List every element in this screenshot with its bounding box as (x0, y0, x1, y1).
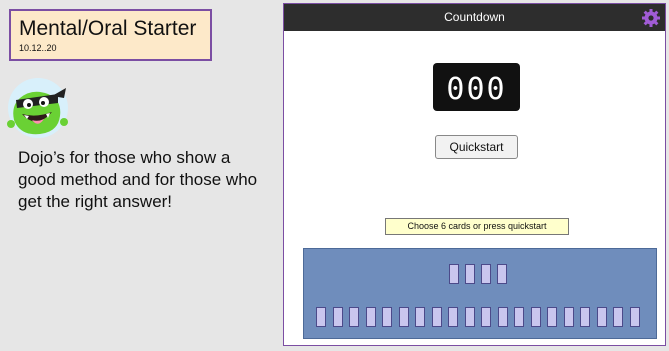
deck-card[interactable] (365, 307, 376, 327)
selected-card-slot[interactable] (497, 264, 507, 284)
deck-card[interactable] (382, 307, 392, 327)
choose-cards-prompt: Choose 6 cards or press quickstart (385, 218, 569, 235)
selected-card-slot[interactable] (449, 264, 459, 284)
deck-card[interactable] (497, 307, 508, 327)
quickstart-button[interactable]: Quickstart (435, 135, 518, 159)
countdown-header: Countdown (284, 4, 665, 31)
deck-card[interactable] (596, 307, 607, 327)
gear-icon[interactable] (641, 8, 661, 28)
countdown-digits: 000 (446, 72, 506, 107)
deck-card[interactable] (398, 307, 409, 327)
deck-card[interactable] (415, 307, 425, 327)
dojo-message: Dojo’s for those who show a good method … (18, 148, 258, 211)
countdown-title: Countdown (444, 10, 505, 24)
deck-card[interactable] (530, 307, 541, 327)
deck-card[interactable] (349, 307, 359, 327)
deck-card[interactable] (613, 307, 623, 327)
selected-card-slot[interactable] (465, 264, 475, 284)
deck-card[interactable] (563, 307, 574, 327)
svg-text:000: 000 (446, 72, 506, 107)
deck-card[interactable] (332, 307, 343, 327)
countdown-panel: Countdown 000 Quickstart Choose 6 cards … (283, 3, 666, 346)
deck-card[interactable] (547, 307, 557, 327)
slide-title: Mental/Oral Starter (19, 17, 197, 40)
deck-card[interactable] (464, 307, 475, 327)
deck-card[interactable] (481, 307, 491, 327)
slide-date: 10.12..20 (19, 43, 57, 53)
title-box: Mental/Oral Starter 10.12..20 (9, 9, 212, 61)
deck-card[interactable] (514, 307, 524, 327)
deck-card[interactable] (448, 307, 458, 327)
selected-card-slot[interactable] (481, 264, 491, 284)
deck-card[interactable] (316, 307, 326, 327)
card-area (303, 248, 657, 339)
countdown-display: 000 (433, 63, 520, 111)
deck-card[interactable] (431, 307, 442, 327)
deck-card[interactable] (580, 307, 590, 327)
deck-card[interactable] (629, 307, 640, 327)
dojo-monster-icon (6, 76, 70, 140)
